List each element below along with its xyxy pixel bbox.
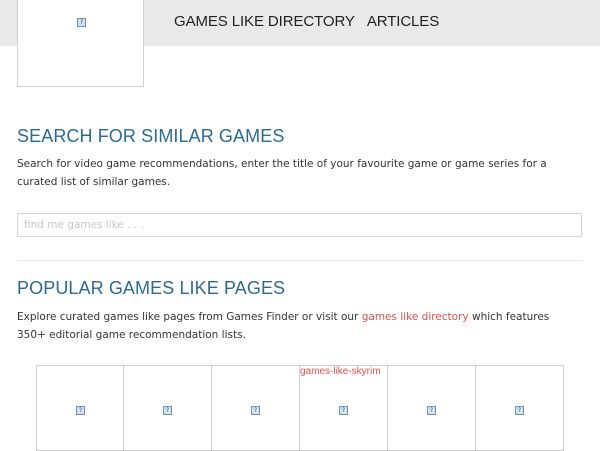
broken-image-icon: ? bbox=[339, 406, 348, 415]
nav-link-articles[interactable]: ARTICLES bbox=[367, 13, 439, 30]
popular-page-tile[interactable]: ? bbox=[36, 365, 124, 451]
popular-page-tile[interactable]: ? bbox=[212, 365, 300, 451]
popular-pages-grid: ? ? ? games-like-skyrim ? ? ? bbox=[36, 365, 564, 451]
tile-label: games-like-skyrim bbox=[300, 366, 381, 377]
popular-page-tile[interactable]: ? bbox=[388, 365, 476, 451]
popular-section-description: Explore curated games like pages from Ga… bbox=[17, 308, 577, 344]
popular-page-tile[interactable]: ? bbox=[124, 365, 212, 451]
broken-image-icon: ? bbox=[163, 406, 172, 415]
search-section-description: Search for video game recommendations, e… bbox=[17, 158, 547, 188]
site-header: ? GAMES LIKE DIRECTORY ARTICLES bbox=[0, 0, 600, 87]
popular-page-tile-games-like-skyrim[interactable]: games-like-skyrim ? bbox=[300, 365, 388, 451]
broken-image-icon: ? bbox=[515, 406, 524, 415]
nav-link-games-like-directory[interactable]: GAMES LIKE DIRECTORY bbox=[174, 13, 355, 30]
popular-page-tile[interactable]: ? bbox=[476, 365, 564, 451]
main-nav: GAMES LIKE DIRECTORY ARTICLES bbox=[174, 13, 439, 30]
games-like-directory-link[interactable]: games like directory bbox=[362, 311, 469, 323]
broken-image-icon: ? bbox=[77, 18, 86, 27]
broken-image-icon: ? bbox=[251, 406, 260, 415]
site-logo[interactable]: ? bbox=[17, 0, 144, 87]
search-section-title: SEARCH FOR SIMILAR GAMES bbox=[17, 126, 285, 146]
broken-image-icon: ? bbox=[427, 406, 436, 415]
broken-image-icon: ? bbox=[76, 406, 85, 415]
popular-section-title: POPULAR GAMES LIKE PAGES bbox=[17, 278, 286, 298]
section-divider bbox=[17, 260, 582, 261]
search-input[interactable] bbox=[17, 213, 582, 237]
description-text-before: Explore curated games like pages from Ga… bbox=[17, 311, 362, 323]
